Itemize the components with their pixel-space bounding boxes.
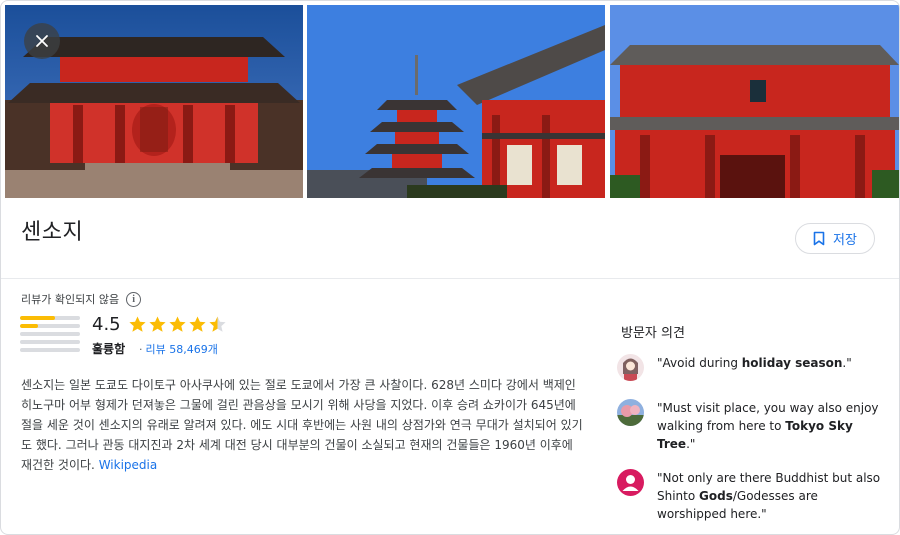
info-icon[interactable]: i (126, 291, 142, 307)
avatar (617, 354, 644, 381)
star-icon (169, 316, 186, 332)
divider (1, 278, 899, 279)
rating-score: 4.5 (92, 314, 121, 335)
close-icon (36, 35, 48, 47)
unverified-label: 리뷰가 확인되지 않음 (21, 293, 120, 306)
opinion-text: "Avoid during holiday season." (657, 356, 852, 370)
rating-distribution (20, 316, 80, 356)
photo-strip (5, 5, 899, 198)
rating-bar-fill (20, 316, 55, 320)
rating-bar (20, 332, 80, 336)
opinion-text: "Not only are there Buddhist but also Sh… (657, 471, 881, 521)
reviews-link[interactable]: · 리뷰 58,469개 (139, 341, 218, 357)
rating-bar (20, 324, 80, 328)
reviews-count[interactable]: 리뷰 58,469개 (146, 343, 218, 356)
reviews-unverified-notice: 리뷰가 확인되지 않음 i (21, 291, 142, 307)
avatar (617, 469, 644, 496)
rating-stars (128, 315, 227, 334)
save-button[interactable]: 저장 (795, 223, 875, 254)
bookmark-icon (813, 231, 825, 246)
star-icon (189, 316, 206, 332)
close-button[interactable] (24, 23, 60, 59)
separator: · (139, 343, 143, 356)
description: 센소지는 일본 도쿄도 다이토구 아사쿠사에 있는 절로 도쿄에서 가장 큰 사… (21, 375, 586, 475)
save-label: 저장 (833, 233, 857, 248)
rating-bar (20, 316, 80, 320)
rating-bar-fill (20, 324, 38, 328)
star-icon (129, 316, 146, 332)
opinion-item[interactable]: "Avoid during holiday season." (617, 354, 887, 381)
opinions-title: 방문자 의견 (621, 326, 685, 341)
star-icon (209, 316, 226, 332)
place-title: 센소지 (21, 220, 84, 245)
rating-word: 훌륭함 (92, 342, 126, 356)
opinion-item[interactable]: "Not only are there Buddhist but also Sh… (617, 469, 887, 523)
opinion-text: "Must visit place, you way also enjoy wa… (657, 401, 879, 451)
place-panel: 센소지 저장 리뷰가 확인되지 않음 i 4.5 훌륭함 · 리뷰 58,469개… (0, 0, 900, 535)
rating-bar (20, 340, 80, 344)
photo-pagoda[interactable] (307, 5, 605, 198)
opinion-item[interactable]: "Must visit place, you way also enjoy wa… (617, 399, 887, 453)
rating-bar (20, 348, 80, 352)
star-icon (149, 316, 166, 332)
avatar (617, 399, 644, 426)
wikipedia-link[interactable]: Wikipedia (99, 458, 158, 472)
photo-hozomon-gate[interactable] (610, 5, 899, 198)
